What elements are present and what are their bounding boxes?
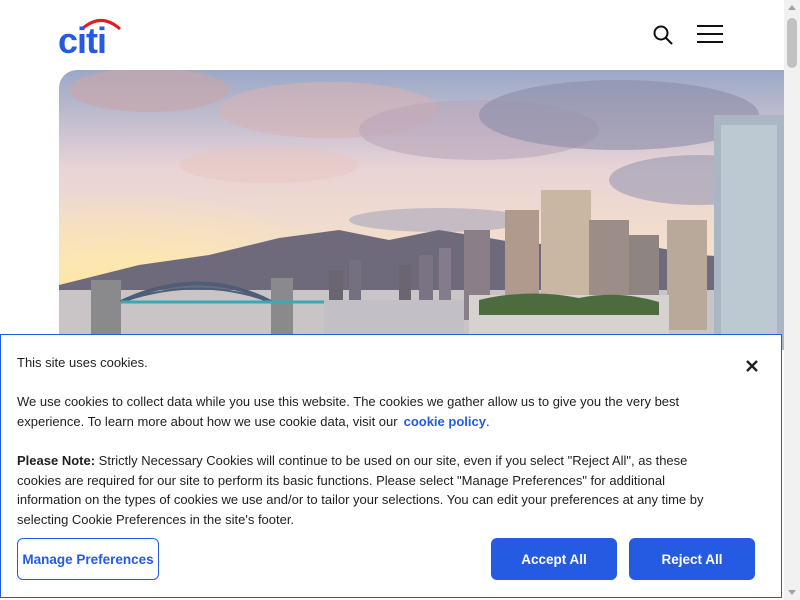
cookie-banner-intro: This site uses cookies. bbox=[17, 355, 148, 370]
reject-all-button[interactable]: Reject All bbox=[629, 538, 755, 580]
scroll-up-arrow-icon[interactable] bbox=[788, 5, 796, 10]
menu-line bbox=[697, 33, 723, 35]
manage-preferences-button[interactable]: Manage Preferences bbox=[17, 538, 159, 580]
page-scrollbar[interactable] bbox=[784, 0, 800, 600]
scroll-thumb[interactable] bbox=[787, 18, 797, 68]
citi-logo[interactable]: citi bbox=[58, 16, 124, 61]
hamburger-menu-icon[interactable] bbox=[697, 25, 723, 45]
cookie-banner: This site uses cookies. We use cookies t… bbox=[0, 334, 782, 598]
logo-text: citi bbox=[58, 20, 107, 61]
cookie-policy-link[interactable]: cookie policy bbox=[404, 414, 486, 429]
hero-image bbox=[59, 70, 784, 350]
cookie-note-text: Strictly Necessary Cookies will continue… bbox=[17, 453, 704, 527]
cookie-description-text: We use cookies to collect data while you… bbox=[17, 394, 680, 429]
cookie-note-label: Please Note: bbox=[17, 453, 96, 468]
menu-line bbox=[697, 25, 723, 27]
menu-line bbox=[697, 41, 723, 43]
scroll-down-arrow-icon[interactable] bbox=[788, 590, 796, 595]
cookie-note: Please Note: Strictly Necessary Cookies … bbox=[17, 451, 727, 529]
close-icon[interactable] bbox=[743, 357, 761, 375]
cookie-description: We use cookies to collect data while you… bbox=[17, 392, 727, 431]
cookie-description-end: . bbox=[485, 413, 490, 429]
accept-all-button[interactable]: Accept All bbox=[491, 538, 617, 580]
search-icon[interactable] bbox=[652, 24, 674, 46]
